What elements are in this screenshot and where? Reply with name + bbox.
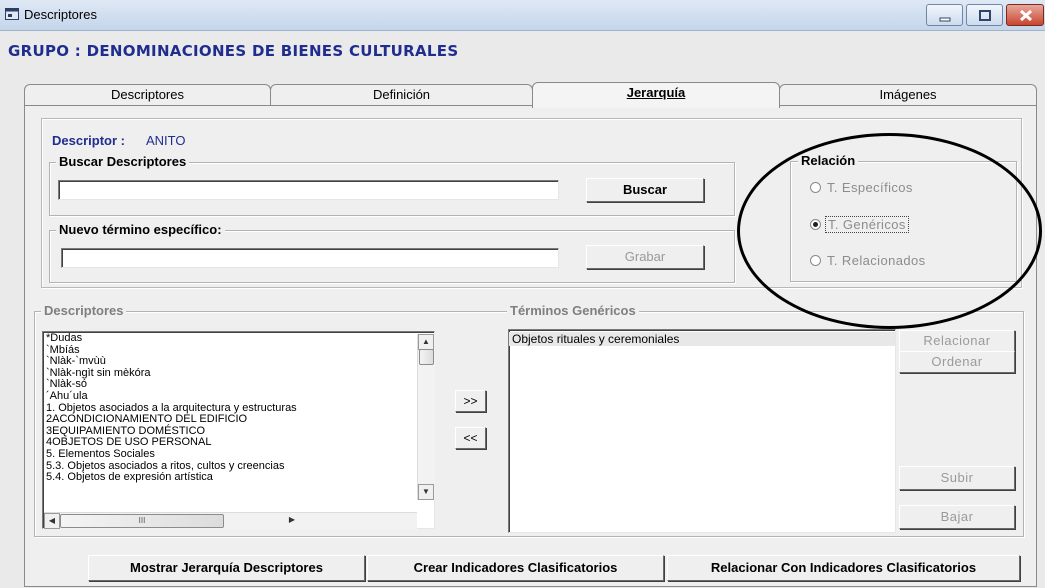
tab-label: Imágenes (879, 87, 937, 102)
maximize-button[interactable] (966, 4, 1003, 26)
tab-label: Descriptores (111, 87, 184, 102)
minimize-icon (939, 17, 951, 22)
buscar-input[interactable] (58, 180, 559, 200)
close-button[interactable] (1006, 4, 1044, 26)
scroll-down-button[interactable]: ▼ (418, 484, 434, 500)
ordenar-button[interactable]: Ordenar (899, 351, 1015, 373)
scroll-up-button[interactable]: ▲ (418, 334, 434, 350)
title-bar[interactable]: Descriptores (0, 0, 1045, 31)
radio-label: T. Genéricos (825, 216, 909, 233)
radio-button[interactable] (810, 219, 821, 230)
tab-label: Definición (372, 87, 431, 102)
terminos-listbox[interactable]: Objetos rituales y ceremoniales (508, 329, 896, 533)
radio-label: T. Específicos (827, 180, 913, 195)
list-item[interactable]: *Dudas (43, 332, 434, 345)
list-item[interactable]: `Nlàk-só (43, 379, 434, 391)
remove-descriptor-button[interactable]: << (455, 427, 486, 449)
terminos-legend: Términos Genéricos (507, 303, 639, 318)
window: Descriptores GRUPO : DENOMINACIONES DE B… (0, 0, 1045, 588)
list-item[interactable]: Objetos rituales y ceremoniales (509, 332, 895, 346)
tab-label: Jerarquía (626, 85, 686, 100)
horizontal-scrollbar[interactable]: ◀ III ▶ (44, 512, 417, 529)
nuevo-legend: Nuevo término específico: (56, 222, 225, 237)
tab-jerarquia[interactable]: Jerarquía (532, 82, 780, 108)
nuevo-termino-input[interactable] (61, 248, 559, 268)
grabar-button[interactable]: Grabar (586, 245, 704, 269)
radio-button[interactable] (810, 182, 821, 193)
descriptores-listbox[interactable]: *Dudas `Mbíás `Nlàk-`mvùù `Nlàk-ngìt sin mè… (42, 331, 435, 529)
list-item[interactable]: 5.4. Objetos de expresión artística (43, 472, 434, 484)
subir-button[interactable]: Subir (899, 466, 1015, 490)
relacion-legend: Relación (798, 153, 859, 168)
radio-button[interactable] (810, 255, 821, 266)
bajar-button[interactable]: Bajar (899, 505, 1015, 529)
minimize-button[interactable] (926, 4, 963, 26)
vertical-scrollbar[interactable]: ▲ ▼ (417, 334, 435, 500)
add-descriptor-button[interactable]: >> (455, 390, 486, 412)
descriptores-items: *Dudas `Mbíás `Nlàk-`mvùù `Nlàk-ngìt sin mè… (43, 332, 434, 484)
group-title: GRUPO : DENOMINACIONES DE BIENES CULTURA… (8, 42, 459, 60)
window-title: Descriptores (24, 7, 97, 22)
close-icon (1019, 9, 1033, 22)
descriptor-value: ANITO (146, 133, 186, 148)
list-item[interactable]: 2ACONDICIONAMIENTO DEL EDIFICIO (43, 414, 434, 426)
scroll-left-button[interactable]: ◀ (44, 513, 60, 529)
descriptor-label: Descriptor : (52, 133, 125, 148)
maximize-icon (979, 10, 991, 21)
relacionar-indicadores-button[interactable]: Relacionar Con Indicadores Clasificatori… (667, 555, 1020, 581)
app-icon (5, 8, 19, 20)
hscroll-thumb[interactable]: III (60, 514, 224, 528)
descriptores-list-legend: Descriptores (41, 303, 127, 318)
buscar-button[interactable]: Buscar (586, 178, 704, 202)
mostrar-jerarquia-button[interactable]: Mostrar Jerarquía Descriptores (88, 555, 365, 581)
scroll-right-button[interactable]: ▶ (284, 513, 300, 529)
buscar-legend: Buscar Descriptores (56, 154, 190, 169)
radio-label: T. Relacionados (827, 253, 926, 268)
relacionar-button[interactable]: Relacionar (899, 330, 1015, 352)
terminos-items: Objetos rituales y ceremoniales (509, 330, 895, 346)
tab-imagenes[interactable]: Imágenes (779, 84, 1037, 105)
list-item[interactable]: 5. Elementos Sociales (43, 448, 434, 461)
tab-definicion[interactable]: Definición (270, 84, 533, 105)
crear-indicadores-button[interactable]: Crear Indicadores Clasificatorios (367, 555, 664, 581)
list-item[interactable]: `Nlàk-ngìt sin mèkóra (43, 367, 434, 380)
scroll-thumb[interactable] (419, 349, 434, 365)
tab-descriptores[interactable]: Descriptores (24, 84, 271, 105)
list-item[interactable]: ´Ahu´ula (43, 390, 434, 403)
